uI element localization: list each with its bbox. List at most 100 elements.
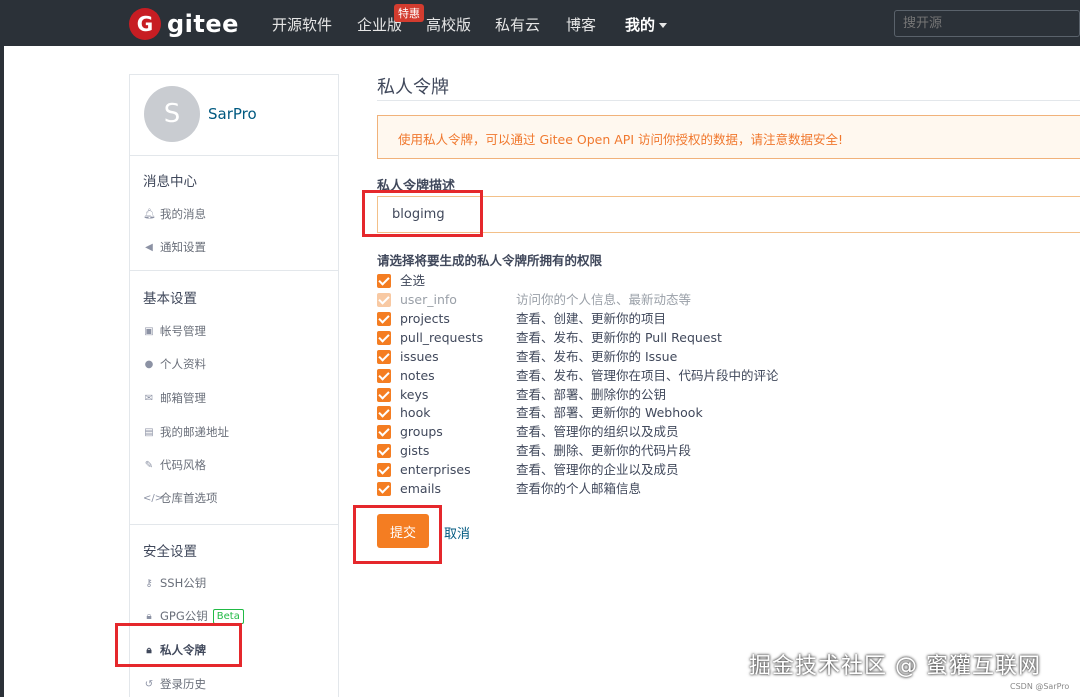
checkbox-checked-icon[interactable] [377, 425, 391, 440]
permission-name: projects [400, 310, 450, 326]
settings-sidebar: S SarPro 消息中心 🔔︎ 我的消息 ◀ 通知设置 基本设置 ▣ 帐号管理 ● 个… [129, 74, 339, 697]
checkbox-checked-icon[interactable] [377, 274, 391, 288]
select-all-checkbox[interactable]: 全选 [377, 273, 425, 289]
divider [377, 100, 1080, 101]
permission-name: notes [400, 367, 435, 383]
chevron-down-icon [659, 23, 668, 28]
key-icon: ⚷ [145, 577, 153, 589]
sidebar-item-login-history[interactable]: ↺ 登录历史 [143, 676, 206, 692]
permission-description: 查看、删除、更新你的代码片段 [516, 443, 692, 459]
checkbox-checked-icon[interactable] [377, 387, 391, 402]
bell-icon: 🔔︎ [143, 208, 156, 220]
sidebar-item-profile[interactable]: ● 个人资料 [143, 356, 206, 372]
permission-row-gists[interactable]: gists 查看、删除、更新你的代码片段 [377, 443, 691, 459]
avatar[interactable]: S [144, 86, 200, 142]
permission-row-keys[interactable]: keys 查看、部署、删除你的公钥 [377, 387, 666, 403]
sidebar-item-ssh-keys[interactable]: ⚷ SSH公钥 [143, 575, 206, 591]
checkbox-checked-icon[interactable] [377, 368, 391, 383]
permission-row-issues[interactable]: issues 查看、发布、更新你的 Issue [377, 349, 677, 365]
code-icon: </> [143, 492, 164, 504]
gitee-logo-icon: G [129, 8, 161, 40]
sidebar-item-label: 通知设置 [160, 240, 206, 254]
permission-description: 查看、发布、管理你在项目、代码片段中的评论 [516, 367, 779, 383]
permission-row-emails[interactable]: emails 查看你的个人邮箱信息 [377, 481, 641, 497]
permission-name: user_info [400, 292, 457, 307]
sidebar-item-label: 我的邮递地址 [160, 425, 229, 439]
sidebar-item-my-messages[interactable]: 🔔︎ 我的消息 [143, 206, 206, 222]
sidebar-item-label: 仓库首选项 [160, 491, 218, 505]
checkbox-checked-icon[interactable] [377, 444, 391, 459]
checkbox-checked-icon[interactable] [377, 311, 391, 326]
permission-description: 查看、管理你的企业以及成员 [516, 462, 679, 478]
permission-name: emails [400, 481, 441, 496]
sidebar-item-code-style[interactable]: ✎ 代码风格 [143, 457, 206, 473]
permissions-label: 请选择将要生成的私人令牌所拥有的权限 [377, 253, 603, 268]
search-input[interactable] [894, 10, 1080, 37]
select-all-label: 全选 [400, 273, 426, 288]
permission-name: hook [400, 405, 431, 421]
nav-open-source[interactable]: 开源软件 [272, 14, 332, 35]
sidebar-item-label: 邮箱管理 [160, 391, 206, 405]
permission-description: 查看你的个人邮箱信息 [516, 481, 642, 496]
checkbox-checked-icon[interactable] [377, 482, 391, 496]
permission-name: groups [400, 424, 443, 440]
permission-name: pull_requests [400, 329, 484, 345]
permission-row-notes[interactable]: notes 查看、发布、管理你在项目、代码片段中的评论 [377, 368, 779, 384]
lock-icon: 🔒︎ [146, 610, 152, 622]
permission-row-enterprises[interactable]: enterprises 查看、管理你的企业以及成员 [377, 462, 679, 478]
top-navbar: G gitee 开源软件 企业版 特惠 高校版 私有云 博客 我的 [0, 0, 1080, 46]
permission-description: 查看、管理你的组织以及成员 [516, 424, 679, 440]
sidebar-item-label: 我的消息 [160, 207, 206, 221]
nav-mine-dropdown[interactable]: 我的 [625, 14, 668, 35]
sidebar-item-label: 个人资料 [160, 357, 206, 371]
checkbox-checked-icon[interactable] [377, 330, 391, 345]
highlight-box-description [362, 190, 483, 237]
sidebar-item-label: 登录历史 [160, 677, 206, 691]
promo-badge: 特惠 [394, 4, 424, 22]
beta-badge: Beta [212, 608, 244, 624]
permission-row-projects[interactable]: projects 查看、创建、更新你的项目 [377, 311, 666, 327]
gitee-logo[interactable]: G gitee [129, 8, 239, 40]
mail-icon: ✉ [144, 392, 154, 404]
watermark-text: 掘金技术社区 @ 蜜獾互联网 [749, 654, 1041, 679]
brush-icon: ✎ [144, 459, 154, 471]
checkbox-checked-icon[interactable] [377, 406, 391, 421]
checkbox-checked-icon [377, 293, 391, 307]
section-title-security: 安全设置 [143, 544, 197, 560]
sidebar-item-label: SSH公钥 [160, 576, 207, 590]
sidebar-item-label: GPG公钥 [160, 609, 208, 623]
section-title-basic-settings: 基本设置 [143, 291, 197, 307]
permission-description: 查看、发布、更新你的 Issue [516, 348, 678, 364]
csdn-watermark: CSDN @SarPro [1010, 682, 1070, 691]
section-title-messages: 消息中心 [143, 174, 197, 190]
permission-description: 查看、发布、更新你的 Pull Request [516, 329, 722, 345]
divider [130, 155, 338, 156]
checkbox-checked-icon[interactable] [377, 349, 391, 364]
permission-description: 查看、创建、更新你的项目 [516, 310, 667, 326]
permission-row-pull-requests[interactable]: pull_requests 查看、发布、更新你的 Pull Request [377, 330, 722, 346]
cancel-link[interactable]: 取消 [444, 523, 470, 542]
sidebar-item-gpg-keys[interactable]: 🔒︎ GPG公钥 Beta [143, 608, 244, 624]
sidebar-item-address[interactable]: ▤ 我的邮递地址 [143, 424, 229, 440]
sidebar-item-email[interactable]: ✉ 邮箱管理 [143, 390, 206, 406]
sidebar-item-notification-settings[interactable]: ◀ 通知设置 [143, 239, 206, 255]
permission-row-groups[interactable]: groups 查看、管理你的组织以及成员 [377, 424, 679, 440]
sidebar-item-repo-preferences[interactable]: </> 仓库首选项 [143, 490, 218, 506]
user-profile[interactable]: S SarPro [144, 86, 257, 142]
permission-row-user-info: user_info 访问你的个人信息、最新动态等 [377, 292, 691, 308]
divider [130, 524, 338, 525]
nav-private-cloud[interactable]: 私有云 [495, 14, 540, 35]
highlight-box-private-tokens [115, 623, 242, 667]
speaker-icon: ◀ [145, 241, 153, 253]
permission-name: keys [400, 386, 429, 402]
permission-row-hook[interactable]: hook 查看、部署、更新你的 Webhook [377, 405, 703, 421]
gitee-logo-text: gitee [167, 10, 239, 38]
nav-blog[interactable]: 博客 [566, 14, 596, 35]
sidebar-item-label: 帐号管理 [160, 324, 206, 338]
checkbox-checked-icon[interactable] [377, 463, 391, 478]
username-link[interactable]: SarPro [208, 105, 257, 123]
permission-description: 查看、部署、删除你的公钥 [516, 386, 667, 402]
sidebar-item-account[interactable]: ▣ 帐号管理 [143, 323, 206, 339]
permission-description: 查看、部署、更新你的 Webhook [516, 405, 703, 421]
nav-education[interactable]: 高校版 [426, 14, 471, 35]
